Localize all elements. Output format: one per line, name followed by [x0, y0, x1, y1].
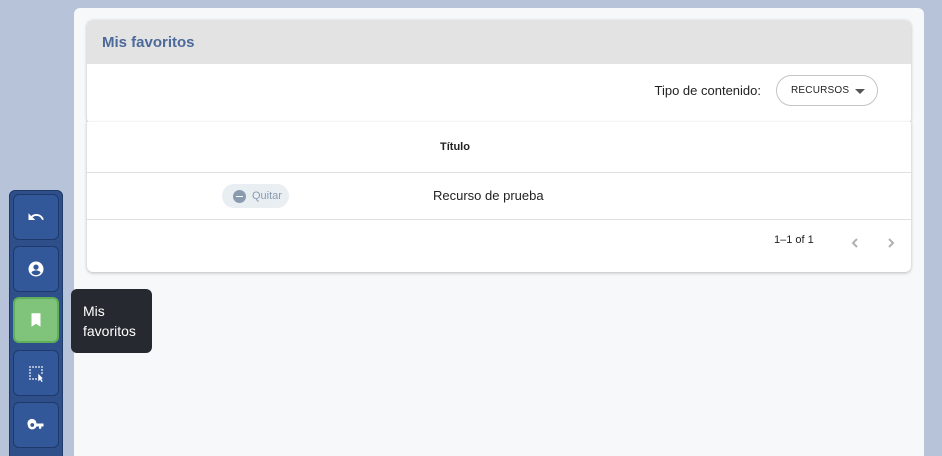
- row-title: Recurso de prueba: [433, 188, 544, 203]
- table-header: Título: [87, 122, 911, 173]
- select-area-icon: [29, 366, 43, 382]
- bookmark-icon: [31, 313, 41, 327]
- column-header-title: Título: [440, 141, 470, 153]
- filter-label: Tipo de contenido:: [654, 82, 761, 98]
- account-button[interactable]: [13, 246, 59, 292]
- main-panel: Mis favoritos Tipo de contenido: RECURSO…: [74, 8, 924, 456]
- chevron-down-icon: [855, 88, 865, 94]
- undo-button[interactable]: [13, 194, 59, 240]
- pagination: 1–1 of 1: [87, 221, 911, 271]
- header-bar: Mis favoritos: [87, 20, 911, 64]
- content-type-filter: Tipo de contenido: RECURSOS: [654, 74, 878, 106]
- header-card: Mis favoritos Tipo de contenido: RECURSO…: [87, 20, 911, 124]
- favorites-table: Título Quitar Recurso de prueba 1–1 of 1: [87, 122, 911, 272]
- select-area-button[interactable]: [13, 350, 59, 396]
- chevron-left-icon: [851, 238, 858, 248]
- page-title: Mis favoritos: [102, 33, 195, 51]
- account-icon: [28, 261, 44, 277]
- key-icon: [27, 418, 44, 430]
- remove-favorite-button[interactable]: Quitar: [222, 184, 289, 208]
- remove-label: Quitar: [252, 190, 282, 202]
- undo-icon: [28, 213, 44, 220]
- key-button[interactable]: [13, 402, 59, 448]
- chevron-right-icon: [888, 238, 895, 248]
- side-toolbar: [9, 190, 63, 456]
- table-row: Quitar Recurso de prueba: [87, 173, 911, 220]
- previous-page-button[interactable]: [847, 235, 863, 251]
- next-page-button[interactable]: [883, 235, 899, 251]
- content-type-select[interactable]: RECURSOS: [776, 74, 878, 106]
- favorites-tooltip: Mis favoritos: [71, 289, 152, 353]
- remove-circle-icon: [233, 189, 246, 203]
- select-value: RECURSOS: [791, 84, 850, 96]
- pagination-range: 1–1 of 1: [774, 234, 814, 246]
- favorites-button[interactable]: [13, 297, 59, 343]
